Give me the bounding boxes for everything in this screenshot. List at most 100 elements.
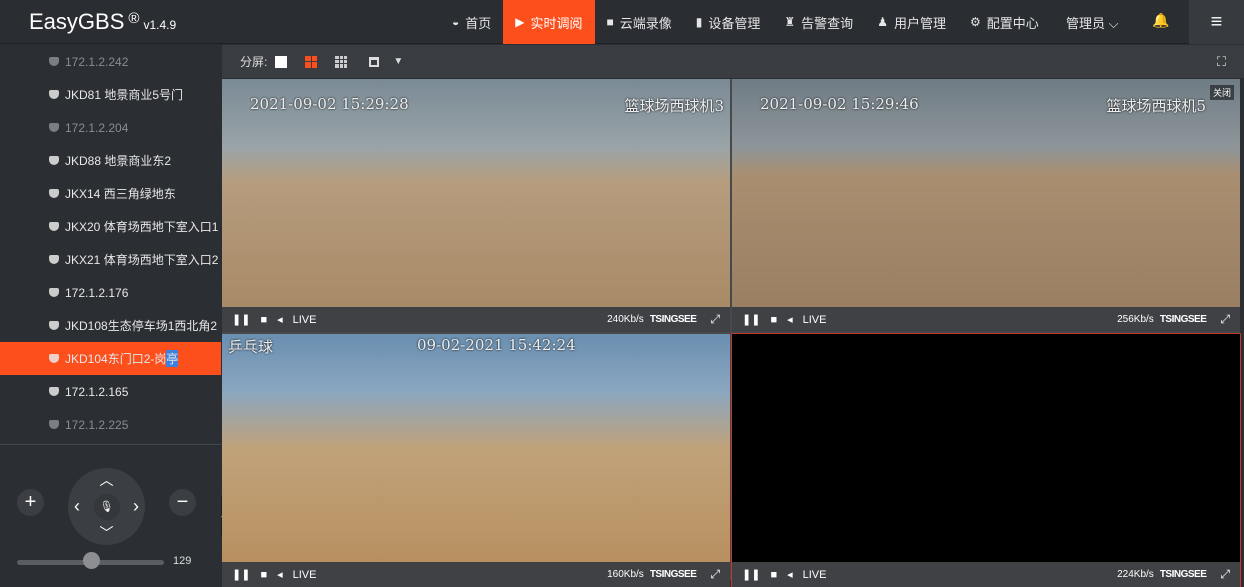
video-stream: 2021-09-02 15:29:28 篮球场西球机3 <box>222 79 730 307</box>
camera-name-overlay: 篮球场西球机3 <box>624 95 724 116</box>
main-nav: ◒首页▶实时调阅 ■ 云端录像 ▮ 设备管理 ♜告警查询 ♟ 用户管理 ⚙ 配置中心 <box>440 0 1051 44</box>
device-label: JKX20 体育场西地下室入口1 <box>65 218 218 235</box>
brand-logo: TSINGSEE <box>650 314 697 325</box>
nav-item-1[interactable]: ▶实时调阅 <box>503 0 594 44</box>
gear-icon: ⚙ <box>970 15 981 29</box>
registered-mark: ® <box>128 10 139 27</box>
selected-text: 亭 <box>166 350 178 367</box>
zoom-out-button[interactable]: − <box>169 489 196 516</box>
pause-icon[interactable]: ❚❚ <box>742 568 760 581</box>
volume-icon[interactable]: ◂ <box>277 313 283 326</box>
nav-label: 云端录像 <box>620 13 672 32</box>
nav-label: 实时调阅 <box>531 13 583 32</box>
ptz-direction-pad[interactable]: ︿ ﹀ ‹ › 🎙 <box>68 468 145 545</box>
video-tile[interactable]: ❚❚■◂ LIVE 224Kb/sTSINGSEE⤢ <box>732 334 1240 587</box>
brand-logo: TSINGSEE <box>650 569 697 580</box>
split-1-icon[interactable] <box>275 56 287 68</box>
stop-icon[interactable]: ■ <box>770 569 777 581</box>
video-stream: 2021-09-02 15:29:46篮球场西球机5关闭 <box>732 79 1240 307</box>
nav-label: 设备管理 <box>708 13 760 32</box>
pause-icon[interactable]: ❚❚ <box>232 313 250 326</box>
device-label: JKX21 体育场西地下室入口2 <box>65 251 218 268</box>
close-tile-button[interactable]: 关闭 <box>1210 85 1234 100</box>
nav-item-2[interactable]: ■ 云端录像 <box>595 0 684 44</box>
device-item[interactable]: JKD108生态停车场1西北角2 <box>0 309 221 342</box>
expand-icon[interactable]: ⤢ <box>1220 312 1230 327</box>
device-item[interactable]: JKD104东门口2-岗亭 <box>0 342 221 375</box>
player-controls: ❚❚■◂ LIVE 240Kb/sTSINGSEE⤢ <box>222 307 730 332</box>
device-item[interactable]: 172.1.2.242 <box>0 45 221 78</box>
timestamp-overlay: 2021-09-02 15:29:28 <box>250 95 409 113</box>
nav-label: 配置中心 <box>987 13 1039 32</box>
split-9-icon[interactable] <box>335 56 347 68</box>
layout-icon[interactable] <box>369 57 379 67</box>
camera-icon <box>49 255 59 264</box>
ptz-up-icon[interactable]: ︿ <box>100 470 114 490</box>
device-item[interactable]: 172.1.2.165 <box>0 375 221 408</box>
device-item[interactable]: 172.1.2.225 <box>0 408 221 441</box>
camera-icon <box>49 387 59 396</box>
live-label: LIVE <box>293 569 317 581</box>
nav-item-4[interactable]: ♜告警查询 <box>772 0 865 44</box>
device-label: JKD108生态停车场1西北角2 <box>65 317 217 334</box>
zoom-in-button[interactable]: + <box>17 489 44 516</box>
user-menu[interactable]: 管理员 ⌵ <box>1066 13 1119 32</box>
user-icon: ♟ <box>877 15 888 29</box>
video-grid: 2021-09-02 15:29:28篮球场西球机3 ❚❚■◂ LIVE 240… <box>222 79 1240 580</box>
nav-item-5[interactable]: ♟ 用户管理 <box>865 0 958 44</box>
device-label: JKD88 地景商业东2 <box>65 152 171 169</box>
slider-handle[interactable] <box>83 552 100 569</box>
stop-icon[interactable]: ■ <box>260 314 267 326</box>
expand-icon[interactable]: ⤢ <box>710 312 720 327</box>
device-item[interactable]: JKX21 体育场西地下室入口2 <box>0 243 221 276</box>
camera-icon <box>49 156 59 165</box>
device-label: JKD104东门口2-岗 <box>65 350 166 367</box>
pause-icon[interactable]: ❚❚ <box>232 568 250 581</box>
device-item[interactable]: 172.1.2.204 <box>0 111 221 144</box>
hamburger-menu-icon[interactable]: ≡ <box>1189 0 1244 44</box>
camera-icon <box>49 189 59 198</box>
device-item[interactable]: JKD81 地景商业5号门 <box>0 78 221 111</box>
bell-icon[interactable]: 🔔 <box>1152 12 1169 29</box>
device-item[interactable]: JKX14 西三角绿地东 <box>0 177 221 210</box>
nav-item-3[interactable]: ▮ 设备管理 <box>684 0 773 44</box>
video-icon: ■ <box>607 15 614 29</box>
pause-icon[interactable]: ❚❚ <box>742 313 760 326</box>
device-item[interactable]: JKD88 地景商业东2 <box>0 144 221 177</box>
app-name: EasyGBS <box>29 9 124 34</box>
video-tile[interactable]: 2021-09-02 15:29:28篮球场西球机3 ❚❚■◂ LIVE 240… <box>222 79 730 332</box>
volume-icon[interactable]: ◂ <box>787 568 793 581</box>
device-icon: ▮ <box>696 15 703 29</box>
video-stream: 乒乓球09-02-2021 15:42:24 <box>222 334 730 562</box>
nav-item-0[interactable]: ◒首页 <box>440 0 503 44</box>
volume-icon[interactable]: ◂ <box>277 568 283 581</box>
ptz-right-icon[interactable]: › <box>133 496 139 517</box>
device-label: 172.1.2.176 <box>65 286 128 300</box>
bitrate: 160Kb/s <box>607 569 644 580</box>
brand-logo: TSINGSEE <box>1160 314 1207 325</box>
app-logo[interactable]: EasyGBS® v1.4.9 <box>29 9 176 35</box>
device-label: JKD81 地景商业5号门 <box>65 86 183 103</box>
stop-icon[interactable]: ■ <box>770 314 777 326</box>
device-list: 172.1.2.242 JKD81 地景商业5号门 172.1.2.204 JKD88… <box>0 45 221 441</box>
split-4-icon[interactable] <box>305 56 317 68</box>
app-version: v1.4.9 <box>143 18 176 32</box>
dropdown-caret-icon[interactable]: ▼ <box>393 56 403 67</box>
live-label: LIVE <box>803 569 827 581</box>
bitrate: 256Kb/s <box>1117 314 1154 325</box>
chevron-down-icon: ⌵ <box>1109 16 1119 31</box>
device-item[interactable]: JKX20 体育场西地下室入口1 <box>0 210 221 243</box>
video-tile[interactable]: 2021-09-02 15:29:46篮球场西球机5关闭 ❚❚■◂ LIVE 2… <box>732 79 1240 332</box>
mic-off-icon[interactable]: 🎙 <box>94 494 120 520</box>
device-label: 172.1.2.204 <box>65 121 128 135</box>
fullscreen-icon[interactable]: ⛶ <box>1217 54 1226 70</box>
nav-label: 用户管理 <box>894 13 946 32</box>
device-item[interactable]: 172.1.2.176 <box>0 276 221 309</box>
stop-icon[interactable]: ■ <box>260 569 267 581</box>
ptz-down-icon[interactable]: ﹀ <box>100 523 114 543</box>
camera-icon <box>49 354 59 363</box>
nav-item-6[interactable]: ⚙ 配置中心 <box>958 0 1051 44</box>
video-tile[interactable]: 乒乓球09-02-2021 15:42:24 ❚❚ ■ ◂ LIVE 160Kb/s… <box>222 334 730 587</box>
volume-icon[interactable]: ◂ <box>787 313 793 326</box>
ptz-left-icon[interactable]: ‹ <box>74 496 80 517</box>
